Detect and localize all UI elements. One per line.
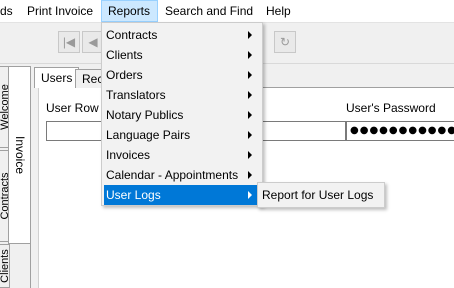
submenu-arrow-icon <box>248 191 252 199</box>
tab-clients[interactable]: Clients <box>0 244 11 288</box>
menu-item-clients-label: Clients <box>106 48 143 62</box>
user-password-label: User's Password <box>346 101 436 115</box>
submenu-arrow-icon <box>248 151 252 159</box>
menu-item-language-pairs[interactable]: Language Pairs <box>104 125 260 145</box>
menu-search-and-find[interactable]: Search and Find <box>159 0 259 22</box>
submenu-arrow-icon <box>248 91 252 99</box>
submenu-arrow-icon <box>248 111 252 119</box>
reports-dropdown: Contracts Clients Orders Translators Not… <box>101 22 263 206</box>
menu-item-invoices[interactable]: Invoices <box>104 145 260 165</box>
first-record-icon: |◀ <box>62 35 76 49</box>
user-password-field[interactable]: ●●●●●●●●●●●●●●●● <box>346 121 454 141</box>
menu-item-report-for-user-logs[interactable]: Report for User Logs <box>260 185 382 205</box>
menu-reports[interactable]: Reports <box>101 0 158 22</box>
menu-item-translators[interactable]: Translators <box>104 85 260 105</box>
first-record-button[interactable]: |◀ <box>58 31 80 53</box>
menu-item-contracts-label: Contracts <box>106 28 158 42</box>
tab-clients-label: Clients <box>0 249 11 283</box>
menu-item-report-for-user-logs-label: Report for User Logs <box>262 188 374 202</box>
previous-record-icon: ◀ <box>88 35 98 49</box>
menu-item-invoices-label: Invoices <box>106 148 151 162</box>
menu-item-contracts[interactable]: Contracts <box>104 25 260 45</box>
menu-bar: ds Print Invoice Reports Search and Find… <box>0 0 454 23</box>
menu-item-calendar-appointments-label: Calendar - Appointments <box>106 168 239 182</box>
refresh-button[interactable]: ↻ <box>274 31 296 53</box>
menu-item-clients[interactable]: Clients <box>104 45 260 65</box>
menu-item-language-pairs-label: Language Pairs <box>106 128 191 142</box>
tab-invoice-label: Invoice <box>12 135 27 175</box>
menu-item-translators-label: Translators <box>106 88 166 102</box>
menu-print-invoice[interactable]: Print Invoice <box>21 0 99 22</box>
submenu-arrow-icon <box>248 51 252 59</box>
refresh-icon: ↻ <box>279 35 291 49</box>
menu-records[interactable]: ds <box>0 0 19 22</box>
menu-item-orders-label: Orders <box>106 68 143 82</box>
menu-item-orders[interactable]: Orders <box>104 65 260 85</box>
menu-item-user-logs-label: User Logs <box>106 188 161 202</box>
submenu-arrow-icon <box>248 71 252 79</box>
menu-item-user-logs[interactable]: User Logs <box>104 185 260 205</box>
submenu-arrow-icon <box>248 131 252 139</box>
tab-invoice[interactable]: Invoice <box>8 66 30 244</box>
tab-users[interactable]: Users <box>34 67 80 88</box>
user-logs-submenu: Report for User Logs <box>257 182 385 208</box>
submenu-arrow-icon <box>248 31 252 39</box>
submenu-arrow-icon <box>248 171 252 179</box>
menu-item-notary-publics-label: Notary Publics <box>106 108 184 122</box>
menu-item-calendar-appointments[interactable]: Calendar - Appointments <box>104 165 260 185</box>
menu-help[interactable]: Help <box>260 0 297 22</box>
menu-item-notary-publics[interactable]: Notary Publics <box>104 105 260 125</box>
